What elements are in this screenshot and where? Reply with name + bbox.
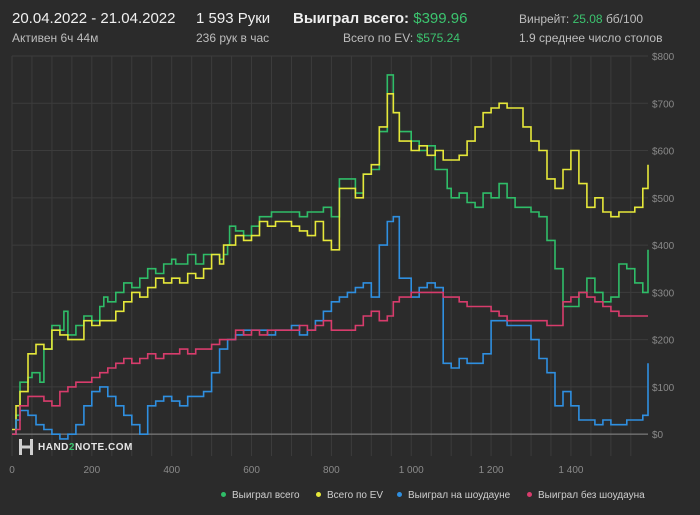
legend-showdown[interactable]: Выиграл на шоудауне xyxy=(397,490,510,501)
legend-nonshowdown-label: Выиграл без шоудауна xyxy=(538,490,645,501)
y-tick-label: $300 xyxy=(652,288,675,299)
series-line-1 xyxy=(12,93,649,431)
legend-ev-total-label: Всего по EV xyxy=(327,490,384,501)
legend-showdown-label: Выиграл на шоудауне xyxy=(408,490,511,501)
y-axis: $0 $100 $200 $300 $400 $500 $600 $700 $800 xyxy=(652,52,675,441)
hand2note-logo-icon xyxy=(19,439,33,455)
hand2note-logo: HAND2NOTE.COM xyxy=(18,438,133,456)
y-tick-label: $100 xyxy=(652,383,675,394)
y-tick-label: $600 xyxy=(652,147,675,158)
y-tick-label: $700 xyxy=(652,99,675,110)
y-tick-label: $0 xyxy=(652,430,664,441)
legend-nonshowdown-dot xyxy=(527,491,532,497)
series-line-2 xyxy=(12,215,649,440)
y-tick-label: $400 xyxy=(652,241,675,252)
x-tick-label: 0 xyxy=(9,465,15,476)
series-line-0 xyxy=(12,74,649,435)
hand2note-logo-text: HAND2NOTE.COM xyxy=(38,441,133,453)
x-tick-label: 1 400 xyxy=(558,465,583,476)
legend-won-total[interactable]: Выиграл всего xyxy=(221,490,300,501)
legend-nonshowdown[interactable]: Выиграл без шоудауна xyxy=(527,490,645,501)
y-tick-label: $800 xyxy=(652,52,675,63)
x-tick-label: 1 200 xyxy=(479,465,504,476)
x-tick-label: 800 xyxy=(323,465,340,476)
chart-series xyxy=(12,74,649,440)
x-tick-label: 1 000 xyxy=(399,465,424,476)
x-tick-label: 600 xyxy=(243,465,260,476)
y-tick-label: $500 xyxy=(652,194,675,205)
legend-ev-total-dot xyxy=(316,491,321,497)
series-line-3 xyxy=(12,291,648,435)
legend-ev-total[interactable]: Всего по EV xyxy=(316,490,383,501)
x-axis: 0 200 400 600 800 1 000 1 200 1 400 xyxy=(9,465,584,476)
legend-won-total-label: Выиграл всего xyxy=(232,490,300,501)
legend-showdown-dot xyxy=(397,491,402,497)
x-tick-label: 400 xyxy=(163,465,180,476)
legend-won-total-dot xyxy=(221,491,226,497)
x-tick-label: 200 xyxy=(84,465,101,476)
y-tick-label: $200 xyxy=(652,336,675,347)
